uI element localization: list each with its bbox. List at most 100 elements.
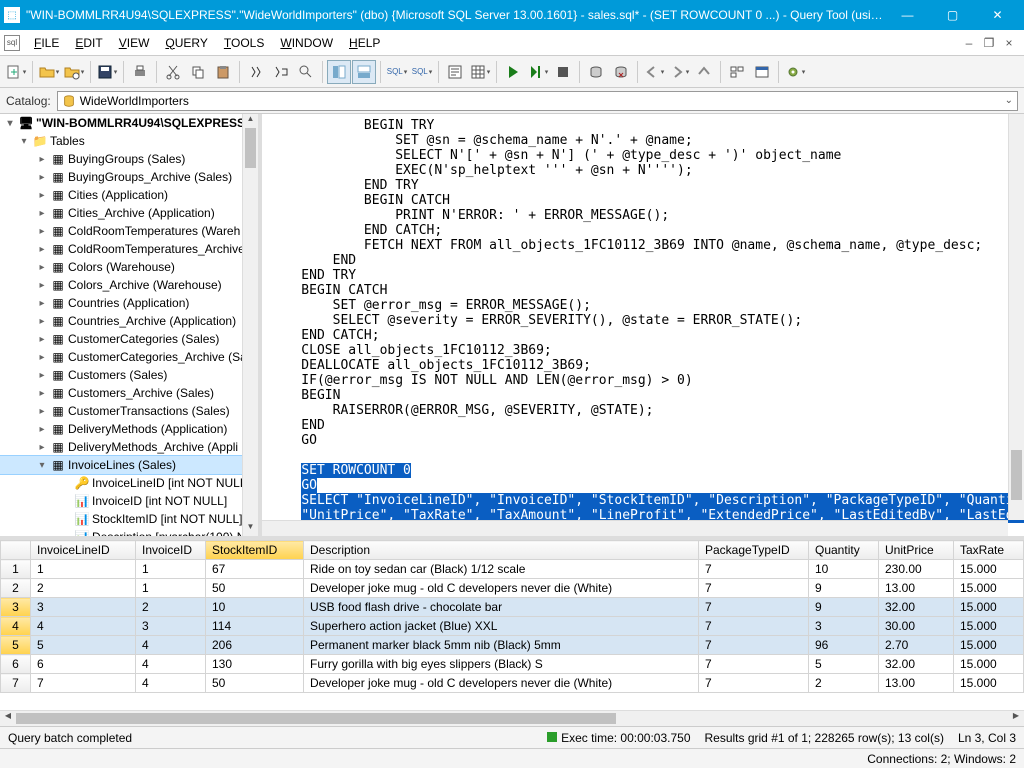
- grid-cell[interactable]: 3: [136, 617, 206, 636]
- grid-cell[interactable]: Permanent marker black 5mm nib (Black) 5…: [304, 636, 699, 655]
- grid-cell[interactable]: 15.000: [954, 598, 1024, 617]
- table-row[interactable]: 33210USB food flash drive - chocolate ba…: [1, 598, 1024, 617]
- mdi-restore-button[interactable]: ❐: [982, 35, 996, 51]
- grid-cell[interactable]: 4: [136, 655, 206, 674]
- preferences-button[interactable]: [783, 60, 807, 84]
- grid-cell[interactable]: 5: [809, 655, 879, 674]
- stop-button[interactable]: [551, 60, 575, 84]
- grid-cell[interactable]: Furry gorilla with big eyes slippers (Bl…: [304, 655, 699, 674]
- new-window-button[interactable]: [750, 60, 774, 84]
- grid-cell[interactable]: 9: [809, 598, 879, 617]
- tree-column[interactable]: 🔑InvoiceLineID [int NOT NULL: [0, 474, 258, 492]
- grid-cell[interactable]: 2: [809, 674, 879, 693]
- row-number[interactable]: 5: [1, 636, 31, 655]
- row-number[interactable]: 3: [1, 598, 31, 617]
- tree-table[interactable]: ▸▦Customers (Sales): [0, 366, 258, 384]
- grid-cell[interactable]: 67: [206, 560, 304, 579]
- grid-cell[interactable]: Developer joke mug - old C developers ne…: [304, 579, 699, 598]
- grid-cell[interactable]: 130: [206, 655, 304, 674]
- nav-up-button[interactable]: [692, 60, 716, 84]
- transaction-rollback-button[interactable]: [609, 60, 633, 84]
- grid-column-header[interactable]: UnitPrice: [879, 541, 954, 560]
- grid-cell[interactable]: 4: [136, 636, 206, 655]
- grid-cell[interactable]: 30.00: [879, 617, 954, 636]
- tree-scrollbar[interactable]: ▲▼: [242, 114, 258, 536]
- row-number[interactable]: 6: [1, 655, 31, 674]
- grid-cell[interactable]: 4: [31, 617, 136, 636]
- tree-table[interactable]: ▸▦DeliveryMethods_Archive (Appli: [0, 438, 258, 456]
- tree-table[interactable]: ▸▦Colors_Archive (Warehouse): [0, 276, 258, 294]
- tree-table[interactable]: ▸▦ColdRoomTemperatures (Wareh: [0, 222, 258, 240]
- mdi-minimize-button[interactable]: –: [962, 35, 976, 51]
- tree-table[interactable]: ▸▦CustomerCategories_Archive (Sa: [0, 348, 258, 366]
- paste-button[interactable]: [211, 60, 235, 84]
- grid-scrollbar-x[interactable]: ◀▶: [0, 710, 1024, 726]
- grid-cell[interactable]: 15.000: [954, 579, 1024, 598]
- new-query-button[interactable]: [4, 60, 28, 84]
- grid-cell[interactable]: 7: [699, 560, 809, 579]
- grid-column-header[interactable]: TaxRate: [954, 541, 1024, 560]
- editor-scrollbar-y[interactable]: [1008, 114, 1024, 520]
- grid-cell[interactable]: 13.00: [879, 674, 954, 693]
- tree-table[interactable]: ▸▦CustomerTransactions (Sales): [0, 402, 258, 420]
- open-recent-button[interactable]: [62, 60, 86, 84]
- tree-table[interactable]: ▸▦BuyingGroups_Archive (Sales): [0, 168, 258, 186]
- grid-cell[interactable]: 6: [31, 655, 136, 674]
- grid-column-header[interactable]: Quantity: [809, 541, 879, 560]
- cut-button[interactable]: [161, 60, 185, 84]
- grid-cell[interactable]: 50: [206, 579, 304, 598]
- tree-table[interactable]: ▸▦Countries_Archive (Application): [0, 312, 258, 330]
- grid-cell[interactable]: 10: [206, 598, 304, 617]
- catalog-combo[interactable]: WideWorldImporters ⌄: [57, 91, 1018, 111]
- grid-cell[interactable]: 96: [809, 636, 879, 655]
- grid-cell[interactable]: 7: [699, 636, 809, 655]
- grid-cell[interactable]: Ride on toy sedan car (Black) 1/12 scale: [304, 560, 699, 579]
- table-row[interactable]: 664130Furry gorilla with big eyes slippe…: [1, 655, 1024, 674]
- results-to-text-button[interactable]: [443, 60, 467, 84]
- grid-column-header[interactable]: Description: [304, 541, 699, 560]
- grid-cell[interactable]: 1: [136, 579, 206, 598]
- grid-cell[interactable]: 15.000: [954, 674, 1024, 693]
- find-in-objects-button[interactable]: [294, 60, 318, 84]
- tree-table[interactable]: ▸▦Cities (Application): [0, 186, 258, 204]
- results-grid[interactable]: InvoiceLineIDInvoiceIDStockItemIDDescrip…: [0, 540, 1024, 693]
- menu-window[interactable]: WINDOW: [272, 34, 341, 52]
- grid-cell[interactable]: 2: [136, 598, 206, 617]
- find-replace-button[interactable]: [269, 60, 293, 84]
- save-button[interactable]: [95, 60, 119, 84]
- grid-cell[interactable]: 7: [699, 598, 809, 617]
- grid-cell[interactable]: 114: [206, 617, 304, 636]
- tree-table[interactable]: ▸▦BuyingGroups (Sales): [0, 150, 258, 168]
- grid-column-header[interactable]: InvoiceID: [136, 541, 206, 560]
- editor-scrollbar-x[interactable]: [262, 520, 1008, 536]
- copy-button[interactable]: [186, 60, 210, 84]
- tree-table[interactable]: ▸▦Customers_Archive (Sales): [0, 384, 258, 402]
- table-row[interactable]: 11167Ride on toy sedan car (Black) 1/12 …: [1, 560, 1024, 579]
- mdi-close-button[interactable]: ×: [1002, 35, 1016, 51]
- table-row[interactable]: 77450Developer joke mug - old C develope…: [1, 674, 1024, 693]
- grid-cell[interactable]: 15.000: [954, 617, 1024, 636]
- sql-editor[interactable]: BEGIN TRY SET @sn = @schema_name + N'.' …: [262, 114, 1024, 536]
- tree-table[interactable]: ▸▦DeliveryMethods (Application): [0, 420, 258, 438]
- print-button[interactable]: [128, 60, 152, 84]
- menu-edit[interactable]: EDIT: [67, 34, 110, 52]
- execute-button[interactable]: [501, 60, 525, 84]
- table-row[interactable]: 443114Superhero action jacket (Blue) XXL…: [1, 617, 1024, 636]
- grid-corner[interactable]: [1, 541, 31, 560]
- nav-forward-button[interactable]: [667, 60, 691, 84]
- execute-step-button[interactable]: [526, 60, 550, 84]
- nav-back-button[interactable]: [642, 60, 666, 84]
- grid-cell[interactable]: 1: [136, 560, 206, 579]
- tree-column[interactable]: 📊InvoiceID [int NOT NULL]: [0, 492, 258, 510]
- row-number[interactable]: 1: [1, 560, 31, 579]
- minimize-button[interactable]: —: [885, 0, 930, 30]
- grid-cell[interactable]: 5: [31, 636, 136, 655]
- grid-cell[interactable]: 7: [699, 579, 809, 598]
- window-list-button[interactable]: [725, 60, 749, 84]
- tree-column[interactable]: 📊Description [nvarchar(100) N: [0, 528, 258, 536]
- grid-cell[interactable]: 230.00: [879, 560, 954, 579]
- object-tree[interactable]: ▾🖥"WIN-BOMMLRR4U94\SQLEXPRESS". ▾📁Tables…: [0, 114, 262, 536]
- grid-cell[interactable]: 15.000: [954, 636, 1024, 655]
- grid-cell[interactable]: 3: [809, 617, 879, 636]
- grid-cell[interactable]: Developer joke mug - old C developers ne…: [304, 674, 699, 693]
